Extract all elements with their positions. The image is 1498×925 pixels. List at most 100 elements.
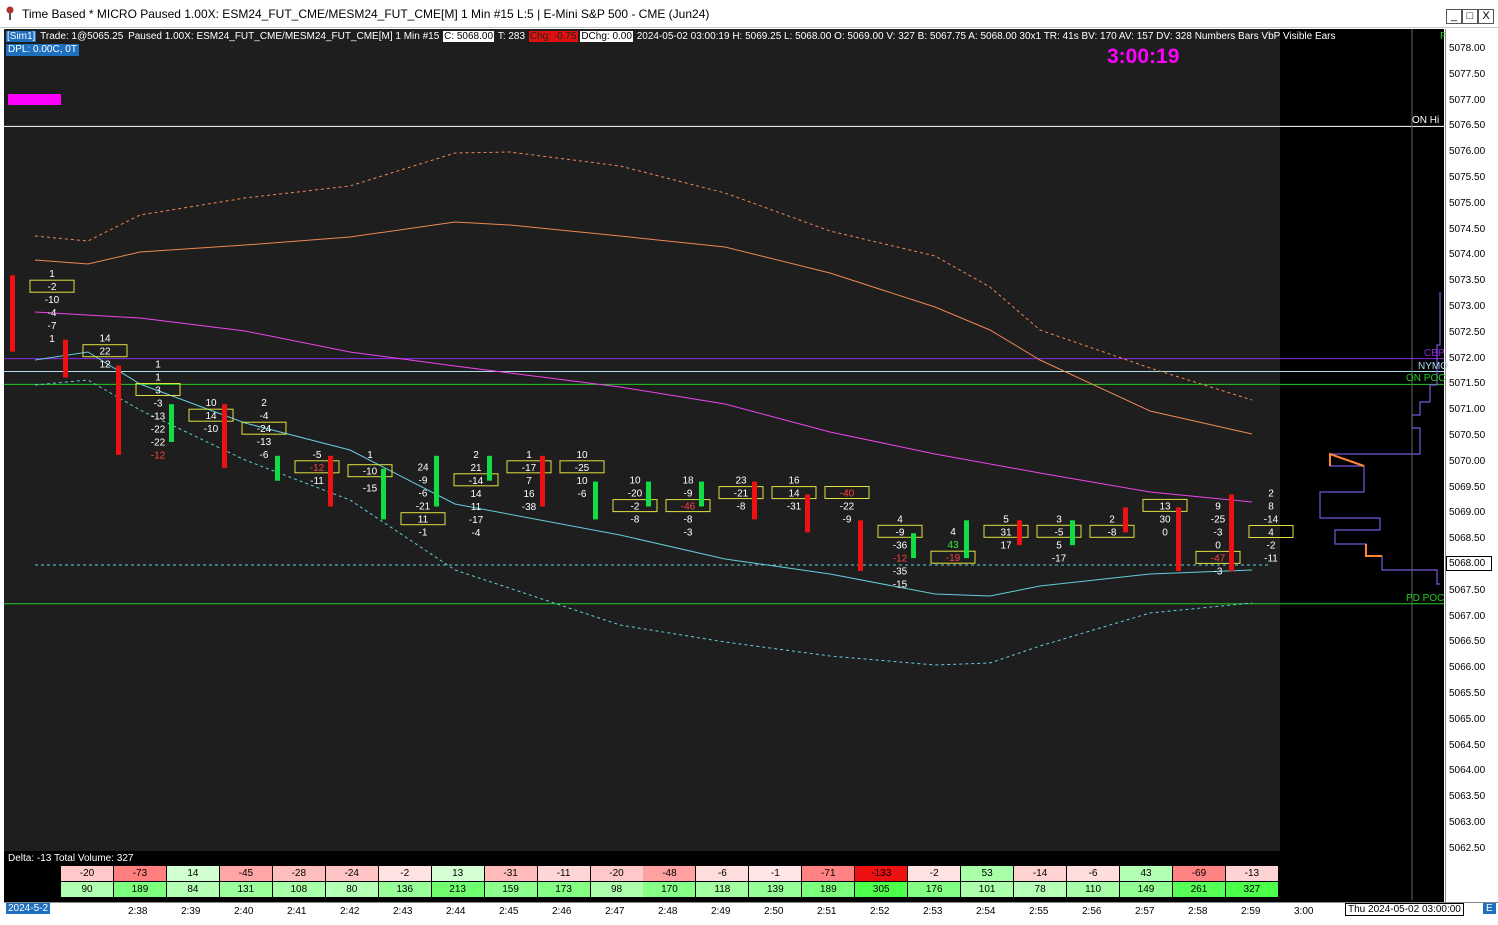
footprint-number: -38: [522, 502, 537, 513]
footprint-bar[interactable]: [10, 275, 15, 352]
footprint-number: -4: [472, 528, 481, 539]
delta-cell: -6: [1067, 866, 1120, 881]
volume-cell: 189: [802, 882, 855, 897]
trade-text: Trade: 1@5065.25: [40, 31, 124, 42]
footprint-bar[interactable]: [169, 404, 174, 442]
volume-cell: 213: [431, 882, 484, 897]
volume-cell: 173: [537, 882, 590, 897]
price-tick-label: 5073.00: [1449, 301, 1486, 312]
price-tick-label: 5062.50: [1449, 842, 1486, 854]
footprint-bar[interactable]: [964, 520, 969, 559]
volume-cell: 80: [325, 882, 378, 897]
volume-cell: 170: [643, 882, 696, 897]
footprint-number: 7: [526, 476, 532, 487]
time-tick-label: 2:38: [128, 906, 148, 917]
footprint-number: -6: [578, 489, 587, 500]
footprint-bar[interactable]: [1017, 520, 1022, 546]
footprint-number: -10: [45, 295, 60, 306]
time-tick-label: 2:46: [552, 906, 572, 917]
price-tick-label: 5069.50: [1449, 481, 1486, 493]
footprint-number: 14: [788, 489, 800, 500]
footprint-number: -36: [893, 540, 908, 551]
footprint-number: 14: [205, 411, 217, 422]
time-tick-label: 3:00: [1294, 906, 1314, 917]
footprint-number: -11: [1264, 554, 1278, 565]
footprint-bar[interactable]: [63, 339, 68, 378]
footprint-number: 0: [1162, 527, 1168, 538]
time-tick-label: 2:52: [870, 906, 890, 917]
time-axis-start: 2024-5-2: [6, 903, 51, 914]
footprint-number: -6: [260, 450, 269, 461]
footprint-number: -3: [1214, 566, 1223, 577]
footprint-number: -5: [313, 450, 322, 461]
footprint-bar[interactable]: [434, 455, 439, 507]
footprint-bar[interactable]: [328, 455, 333, 507]
footprint-bar[interactable]: [1070, 520, 1075, 546]
price-tick-label: 5074.50: [1449, 223, 1486, 235]
footprint-bar[interactable]: [540, 455, 545, 507]
volume-cell: 139: [749, 882, 802, 897]
footprint-number: 18: [682, 476, 694, 487]
delta-cell: -1: [749, 866, 802, 881]
footprint-number: 10: [629, 476, 641, 487]
price-tick-label: 5068.50: [1449, 533, 1486, 545]
footprint-number: -11: [310, 476, 324, 487]
footprint-bar[interactable]: [805, 494, 810, 533]
volume-cell: 110: [1067, 882, 1120, 897]
ticks-value: T: 283: [497, 31, 526, 42]
footprint-number: 10: [576, 450, 588, 461]
delta-cell: -24: [325, 866, 378, 881]
volume-cell: 176: [908, 882, 961, 897]
footprint-number: 14: [99, 334, 111, 345]
footprint-number: -47: [1211, 553, 1226, 564]
footprint-number: 9: [1215, 501, 1221, 512]
footprint-bar[interactable]: [275, 455, 280, 481]
volume-cell: 261: [1172, 882, 1225, 897]
footprint-bar[interactable]: [222, 404, 227, 468]
footprint-number: 1: [155, 373, 161, 384]
delta-cell: -20: [590, 866, 643, 881]
time-tick-label: 2:44: [446, 906, 466, 917]
volume-cell: 118: [696, 882, 749, 897]
footprint-bar[interactable]: [1123, 507, 1128, 533]
footprint-number: -31: [787, 502, 802, 513]
time-tick-label: 2:54: [976, 906, 996, 917]
footprint-bar[interactable]: [752, 481, 757, 520]
footprint-number: 14: [470, 489, 482, 500]
footprint-bar[interactable]: [911, 533, 916, 559]
delta-cell: -2: [908, 866, 961, 881]
footprint-bar[interactable]: [1229, 494, 1234, 572]
footprint-number: 4: [897, 514, 903, 525]
time-tick-label: 2:40: [234, 906, 254, 917]
footprint-bar[interactable]: [381, 468, 386, 520]
price-tick-label: 5073.50: [1449, 275, 1486, 287]
footprint-number: 24: [417, 463, 429, 474]
footprint-bar[interactable]: [858, 520, 863, 571]
footprint-bar[interactable]: [116, 365, 121, 455]
footprint-bar[interactable]: [646, 481, 651, 507]
footprint-number: -8: [684, 515, 693, 526]
volume-profile-accent: [1365, 544, 1382, 557]
footprint-number: -22: [840, 502, 855, 513]
footprint-bar[interactable]: [593, 481, 598, 520]
footprint-number: 3: [155, 386, 161, 397]
footprint-number: -17: [1052, 553, 1067, 564]
time-axis[interactable]: [4, 902, 1498, 925]
volume-profile-accent: [1329, 452, 1365, 467]
footprint-bar[interactable]: [487, 455, 492, 481]
corner-e-badge[interactable]: E: [1483, 903, 1496, 914]
footprint-bar[interactable]: [1176, 507, 1181, 571]
bar-stats: 2024-05-02 03:00:19 H: 5069.25 L: 5068.0…: [636, 31, 1336, 42]
time-tick-label: 2:55: [1029, 906, 1049, 917]
footprint-number: -12: [310, 463, 325, 474]
footprint-chart: 1-2-10-4-71 142212 113-3-13-22-22-121014-1…: [4, 29, 1444, 900]
price-tick-label: 5075.00: [1449, 197, 1486, 209]
footprint-number: -40: [840, 489, 855, 500]
account-badge[interactable]: [Sim1]: [6, 31, 37, 42]
price-tick-label: 5077.00: [1449, 94, 1486, 106]
price-tick-label: 5070.50: [1449, 430, 1486, 441]
footprint-number: 4: [950, 527, 956, 538]
footprint-bar[interactable]: [699, 481, 704, 507]
volume-profile: [1319, 292, 1441, 585]
delta-cell: -6: [696, 866, 749, 881]
